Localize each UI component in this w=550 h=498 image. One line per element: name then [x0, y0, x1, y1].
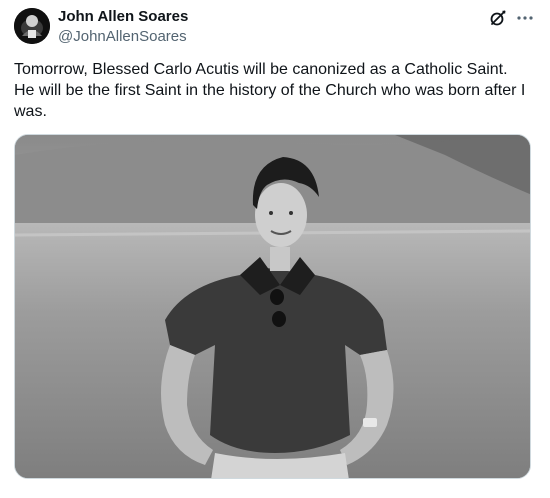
more-horizontal-icon[interactable]	[515, 9, 535, 27]
avatar-image	[14, 8, 50, 44]
photo-image	[15, 135, 530, 478]
author-handle[interactable]: @JohnAllenSoares	[58, 29, 188, 44]
author-names: John Allen Soares @JohnAllenSoares	[58, 9, 188, 44]
tweet-card: John Allen Soares @JohnAllenSoares Tomor…	[0, 0, 550, 498]
grok-icon[interactable]	[489, 9, 507, 27]
tweet-text: Tomorrow, Blessed Carlo Acutis will be c…	[14, 61, 526, 120]
more-dots-glyph	[517, 16, 533, 20]
author-avatar[interactable]	[14, 8, 50, 44]
grok-icon-glyph	[490, 10, 506, 26]
author-display-name[interactable]: John Allen Soares	[58, 9, 188, 24]
tweet-photo[interactable]	[14, 134, 531, 479]
